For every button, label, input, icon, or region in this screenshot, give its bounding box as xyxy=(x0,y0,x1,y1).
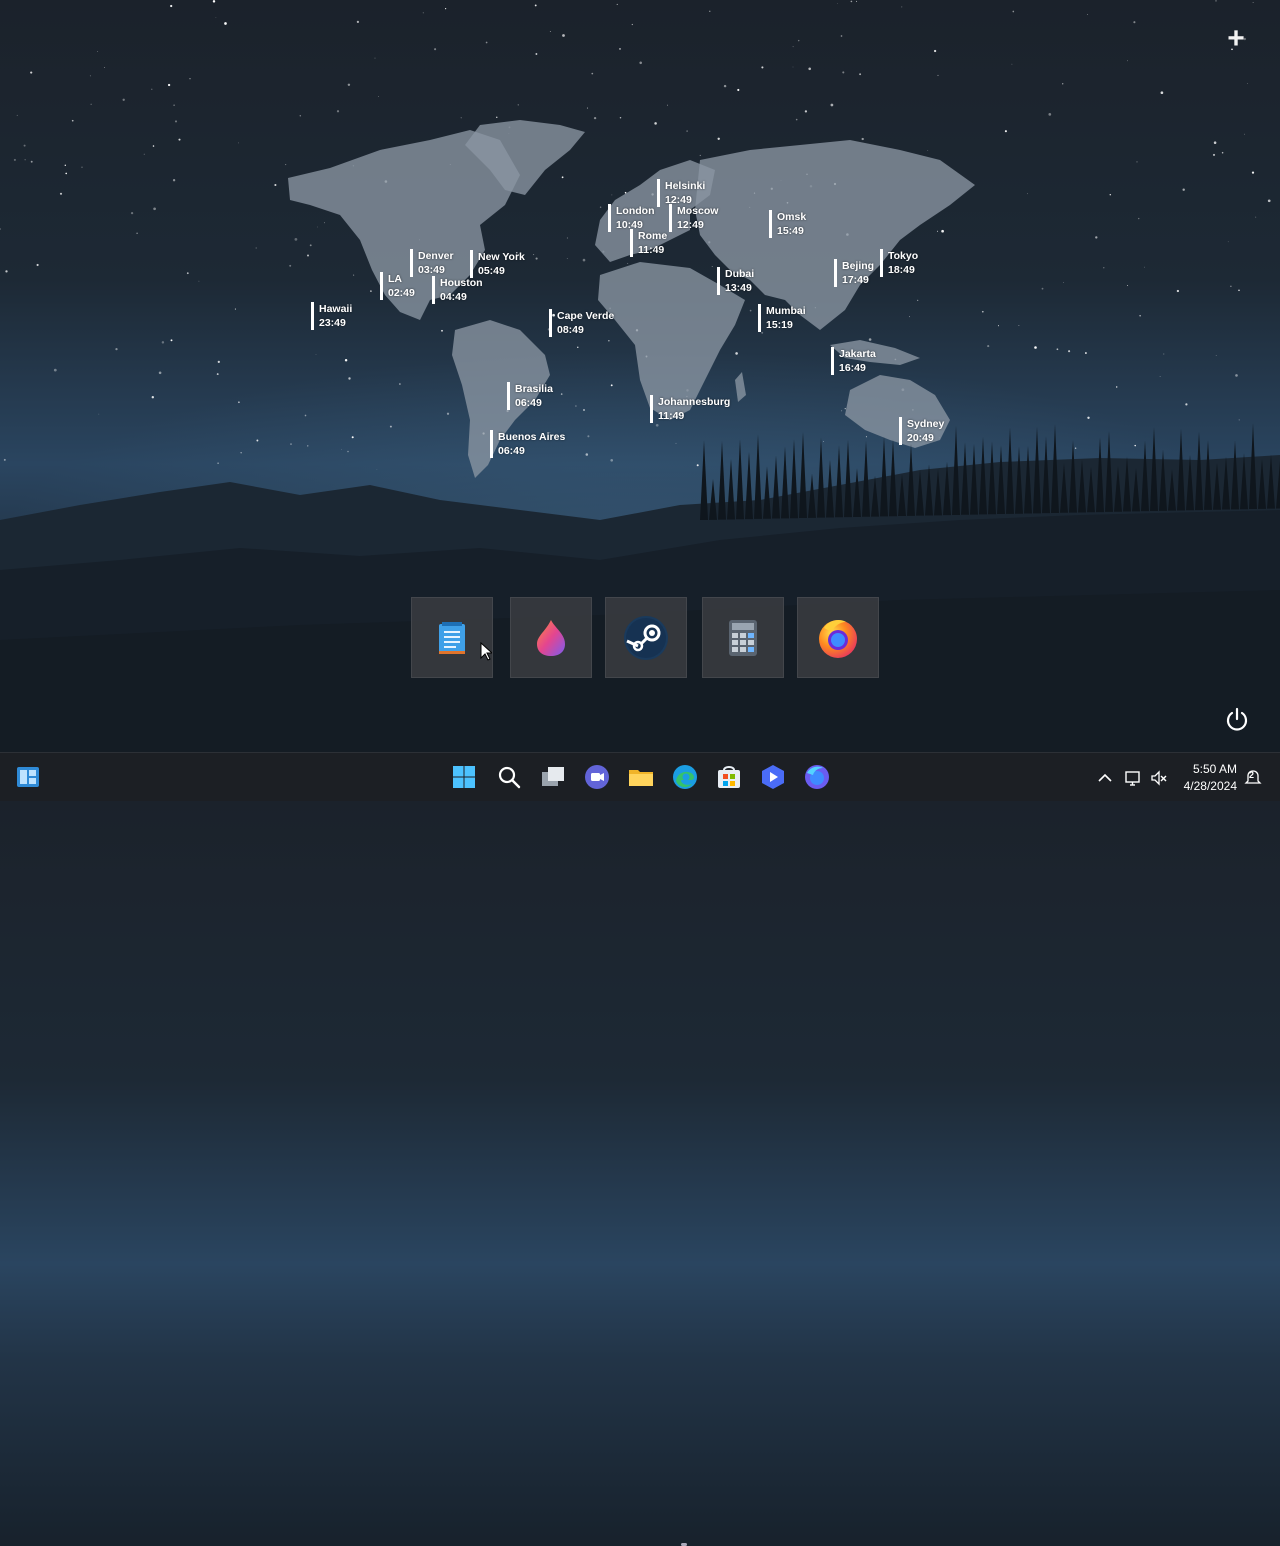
clock-dubai: Dubai 13:49 xyxy=(717,267,754,295)
city-time: 11:49 xyxy=(638,244,665,256)
power-button[interactable] xyxy=(1224,707,1250,733)
city-name: Mumbai xyxy=(766,305,806,317)
clock-denver: Denver 03:49 xyxy=(410,249,454,277)
clock-jakarta: Jakarta 16:49 xyxy=(831,347,876,375)
clipchamp-icon[interactable] xyxy=(759,763,787,791)
clock-buenos-aires: Buenos Aires 06:49 xyxy=(490,430,565,458)
clock-bejing: Bejing 17:49 xyxy=(834,259,874,287)
clock-moscow: Moscow 12:49 xyxy=(669,204,718,232)
mouse-cursor xyxy=(480,642,492,661)
city-time: 16:49 xyxy=(839,362,866,374)
clock-time[interactable]: 5:50 AM xyxy=(1193,762,1237,776)
add-widget-button[interactable]: + xyxy=(1221,24,1251,55)
city-name: Rome xyxy=(638,230,668,242)
city-name: Brasilia xyxy=(515,383,553,395)
clock-hawaii: Hawaii 23:49 xyxy=(311,302,352,330)
city-time: 23:49 xyxy=(319,317,346,329)
launcher-tile-notepad[interactable] xyxy=(411,597,493,678)
city-name: Denver xyxy=(418,250,454,262)
steam-icon xyxy=(624,615,668,660)
city-time: 15:19 xyxy=(766,319,793,331)
widgets-icon[interactable] xyxy=(14,763,42,791)
launcher-tile-affinity[interactable] xyxy=(510,597,592,678)
clock-brasilia: Brasilia 06:49 xyxy=(507,382,553,410)
teams-icon[interactable] xyxy=(583,763,611,791)
notification-center-button[interactable]: 2 xyxy=(1244,768,1262,786)
city-name: LA xyxy=(388,273,402,285)
clock-cape-verde: Cape Verde 08:49 xyxy=(549,309,614,337)
file-explorer-icon[interactable] xyxy=(627,763,655,791)
clock-date[interactable]: 4/28/2024 xyxy=(1184,779,1237,793)
city-name: Dubai xyxy=(725,268,755,280)
city-time: 11:49 xyxy=(658,410,685,422)
city-name: Tokyo xyxy=(888,250,919,262)
city-name: London xyxy=(616,205,655,217)
clock-helsinki: Helsinki 12:49 xyxy=(657,179,705,207)
city-time: 15:49 xyxy=(777,225,804,237)
taskbar: 5:50 AM 4/28/2024 2 xyxy=(0,752,1280,1546)
notepad-icon xyxy=(439,621,465,654)
city-time: 04:49 xyxy=(440,291,467,303)
volume-muted-icon[interactable] xyxy=(1150,769,1168,787)
city-name: Houston xyxy=(440,277,483,289)
city-time: 20:49 xyxy=(907,432,934,444)
edge-icon[interactable] xyxy=(671,763,699,791)
city-name: Sydney xyxy=(907,418,945,430)
city-time: 03:49 xyxy=(418,264,445,276)
clock-london: London 10:49 xyxy=(608,204,654,232)
city-name: Cape Verde xyxy=(557,310,615,322)
city-time: 18:49 xyxy=(888,264,915,276)
launcher-tile-firefox[interactable] xyxy=(797,597,879,678)
city-name: Hawaii xyxy=(319,303,353,315)
clock-sydney: Sydney 20:49 xyxy=(899,417,944,445)
clock-johannesburg: Johannesburg 11:49 xyxy=(650,395,730,423)
clock-rome: Rome 11:49 xyxy=(630,229,667,257)
city-name: New York xyxy=(478,251,525,263)
affinity-icon xyxy=(537,619,565,656)
city-name: Omsk xyxy=(777,211,807,223)
city-name: Bejing xyxy=(842,260,875,272)
city-time: 12:49 xyxy=(677,219,704,231)
city-time: 08:49 xyxy=(557,324,584,336)
task-view-icon[interactable] xyxy=(539,763,567,791)
chevron-up-icon[interactable] xyxy=(1096,769,1114,787)
launcher-tile-calculator[interactable] xyxy=(702,597,784,678)
clock-houston: Houston 04:49 xyxy=(432,276,483,304)
store-icon[interactable] xyxy=(715,763,743,791)
city-time: 05:49 xyxy=(478,265,505,277)
city-name: Johannesburg xyxy=(658,396,731,408)
clock-new-york: New York 05:49 xyxy=(470,250,525,278)
clock-mumbai: Mumbai 15:19 xyxy=(758,304,806,332)
city-name: Jakarta xyxy=(839,348,876,360)
launcher-tile-steam[interactable] xyxy=(605,597,687,678)
city-time: 13:49 xyxy=(725,282,752,294)
city-time: 17:49 xyxy=(842,274,869,286)
firefox-icon[interactable] xyxy=(803,763,831,791)
clock-omsk: Omsk 15:49 xyxy=(769,210,806,238)
city-name: Helsinki xyxy=(665,180,706,192)
city-time: 06:49 xyxy=(498,445,525,457)
clock-tokyo: Tokyo 18:49 xyxy=(880,249,918,277)
city-name: Moscow xyxy=(677,205,719,217)
clock-la: LA 02:49 xyxy=(380,272,415,300)
network-icon[interactable] xyxy=(1124,769,1142,787)
city-time: 02:49 xyxy=(388,287,415,299)
firefox-icon xyxy=(819,619,857,658)
city-time: 06:49 xyxy=(515,397,542,409)
calculator-icon xyxy=(729,619,757,656)
search-icon[interactable] xyxy=(495,763,523,791)
notification-count: 2 xyxy=(1249,770,1255,780)
city-name: Buenos Aires xyxy=(498,431,566,443)
start-icon[interactable] xyxy=(450,763,478,791)
